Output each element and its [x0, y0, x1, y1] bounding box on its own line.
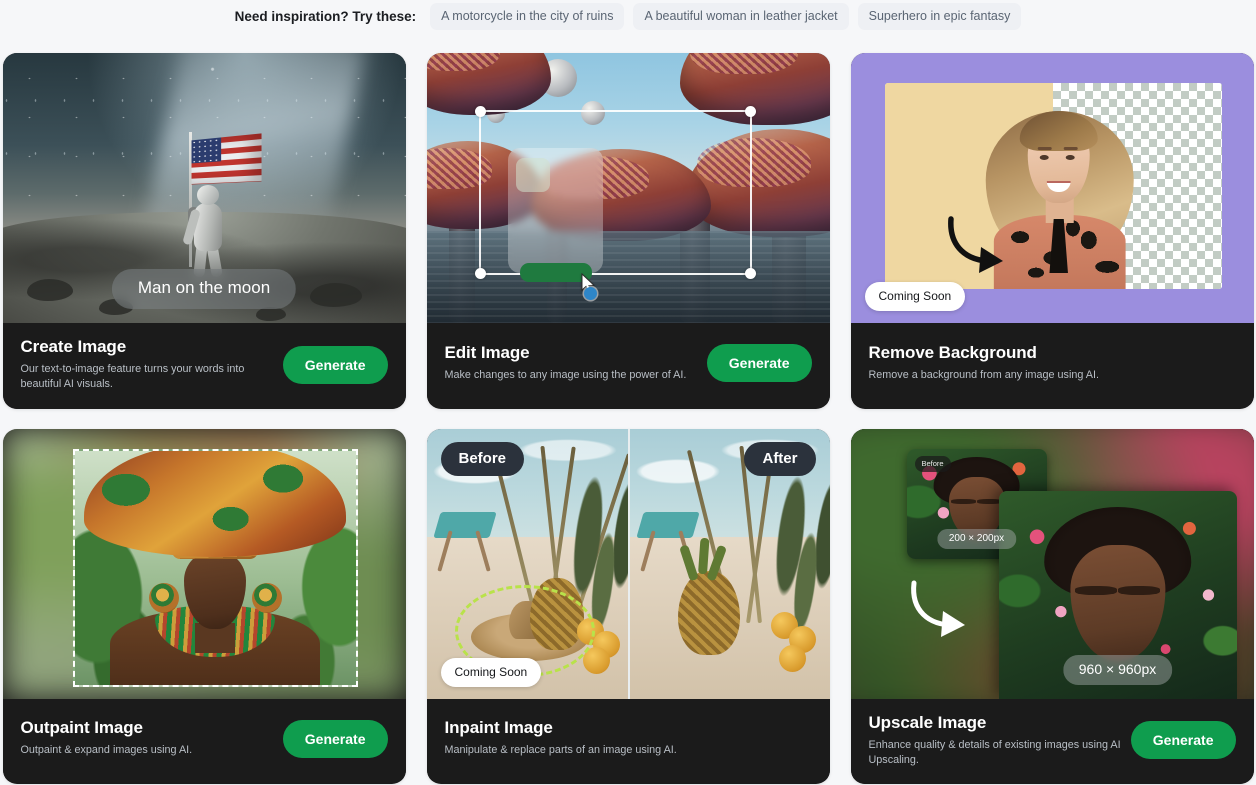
card-title: Remove Background [868, 342, 1037, 362]
card-description: Enhance quality & details of existing im… [868, 738, 1121, 766]
glass-tool-panel [507, 148, 603, 273]
astronaut-helmet [196, 185, 219, 205]
card-inpaint-image-text: Inpaint Image Manipulate & replace parts… [445, 718, 812, 758]
portrait-eyebrow [1037, 147, 1052, 150]
before-badge: Before [440, 441, 525, 476]
card-remove-background-body: Remove Background Remove a background fr… [850, 323, 1254, 405]
inspiration-chip-1[interactable]: A motorcycle in the city of ruins [430, 2, 625, 30]
outpaint-subject-earring [148, 582, 179, 613]
portrait-eye [1065, 155, 1075, 160]
card-description: Outpaint & expand images using AI. [20, 744, 193, 757]
after-half: After [628, 428, 830, 699]
beach-chair [636, 504, 704, 572]
outpaint-subject-earring [251, 582, 282, 613]
prompt-overlay-pill: Man on the moon [111, 269, 297, 309]
resize-handle-bottom-left[interactable] [474, 268, 486, 279]
card-title: Outpaint Image [20, 718, 143, 738]
card-remove-background-text: Remove Background Remove a background fr… [869, 343, 1236, 383]
inspiration-chip-2[interactable]: A beautiful woman in leather jacket [633, 2, 849, 30]
upscale-before-badge: Before [914, 455, 951, 472]
inspiration-bar: Need inspiration? Try these: A motorcycl… [0, 0, 1256, 30]
card-create-image-text: Create Image Our text-to-image feature t… [21, 337, 273, 393]
card-outpaint-image[interactable]: Outpaint Image Outpaint & expand images … [2, 428, 406, 785]
card-create-image[interactable]: Man on the moon Create Image Our text-to… [2, 53, 406, 409]
card-upscale-image-media: Before 200 × 200px 960 × 960px [850, 428, 1254, 699]
astronaut-figure [181, 181, 232, 278]
after-badge: After [744, 441, 816, 476]
coming-soon-badge-remove-background: Coming Soon [864, 282, 966, 311]
resize-handle-top-left[interactable] [474, 106, 486, 117]
moon-rock [255, 307, 286, 321]
upscale-result-image: 960 × 960px [998, 490, 1237, 699]
card-create-image-media: Man on the moon [2, 53, 406, 323]
card-outpaint-image-media [2, 428, 406, 699]
card-edit-image[interactable]: Edit Image Make changes to any image usi… [426, 53, 830, 409]
outpaint-original-selection [72, 448, 358, 687]
generate-button-edit-image[interactable]: Generate [706, 344, 812, 382]
subject-eyelid [1117, 586, 1161, 595]
card-create-image-body: Create Image Our text-to-image feature t… [2, 323, 406, 409]
card-description: Remove a background from any image using… [868, 368, 1099, 381]
card-upscale-image[interactable]: Before 200 × 200px 960 × 960px Upscale I… [850, 428, 1254, 785]
resize-handle-top-right[interactable] [744, 106, 756, 117]
card-edit-image-body: Edit Image Make changes to any image usi… [426, 323, 830, 405]
chair-seat [636, 512, 700, 539]
upscale-result-size-label: 960 × 960px [1062, 654, 1173, 685]
portrait-eye [1039, 155, 1049, 160]
card-outpaint-image-text: Outpaint Image Outpaint & expand images … [21, 718, 273, 758]
card-description: Make changes to any image using the powe… [444, 368, 687, 381]
curved-arrow-icon [910, 580, 965, 637]
card-title: Inpaint Image [444, 718, 553, 738]
flag-canton [191, 137, 221, 164]
card-inpaint-image-media: Before Coming Soon After [426, 428, 830, 699]
generate-button-outpaint-image[interactable]: Generate [282, 719, 388, 758]
subject-eyelid [1074, 586, 1118, 595]
moon-rock [26, 279, 73, 301]
city-dome [426, 53, 551, 115]
glass-panel-block [515, 158, 550, 192]
pom-pom [778, 644, 806, 672]
card-description: Our text-to-image feature turns your wor… [20, 363, 245, 391]
upscale-source-size-label: 200 × 200px [936, 528, 1017, 549]
before-after-split: Before Coming Soon After [426, 428, 830, 699]
card-description: Manipulate & replace parts of an image u… [444, 744, 677, 757]
card-edit-image-text: Edit Image Make changes to any image usi… [445, 343, 697, 383]
moon-rock [309, 283, 362, 307]
card-remove-background-media: Coming Soon [850, 53, 1254, 323]
inspiration-label: Need inspiration? Try these: [234, 8, 417, 24]
subject-eyelid [951, 499, 977, 504]
card-title: Upscale Image [868, 712, 987, 732]
card-title: Create Image [20, 337, 127, 356]
resize-handle-bottom-right[interactable] [744, 268, 756, 279]
chair-seat [432, 512, 497, 539]
card-upscale-image-text: Upscale Image Enhance quality & details … [869, 713, 1121, 769]
remove-background-illustration: Coming Soon [850, 53, 1254, 323]
card-inpaint-image-body: Inpaint Image Manipulate & replace parts… [426, 698, 830, 781]
card-remove-background[interactable]: Coming Soon Remove Background Remove a b… [850, 53, 1254, 409]
feature-cards-grid: Man on the moon Create Image Our text-to… [0, 30, 1256, 785]
upscale-illustration: Before 200 × 200px 960 × 960px [850, 428, 1254, 699]
card-upscale-image-body: Upscale Image Enhance quality & details … [850, 698, 1254, 785]
us-flag [191, 133, 262, 185]
card-edit-image-media [426, 53, 830, 323]
outpaint-subject-turban [84, 450, 346, 557]
portrait-eyebrow [1063, 147, 1078, 150]
inspiration-chip-3[interactable]: Superhero in epic fantasy [857, 2, 1022, 30]
curved-arrow-icon [947, 216, 1003, 273]
cursor-badge-dot [583, 287, 597, 300]
card-title: Edit Image [444, 342, 530, 362]
pineapple-replacement [677, 571, 740, 656]
before-half: Before Coming Soon [426, 428, 628, 699]
coming-soon-badge-inpaint-image: Coming Soon [440, 657, 542, 687]
card-outpaint-image-body: Outpaint Image Outpaint & expand images … [2, 698, 406, 781]
card-inpaint-image[interactable]: Before Coming Soon After Inpaint Image M… [426, 428, 830, 785]
generate-button-create-image[interactable]: Generate [282, 345, 388, 384]
generate-button-upscale-image[interactable]: Generate [1130, 721, 1236, 760]
beach-chair [432, 504, 501, 572]
remove-background-canvas [884, 83, 1222, 289]
